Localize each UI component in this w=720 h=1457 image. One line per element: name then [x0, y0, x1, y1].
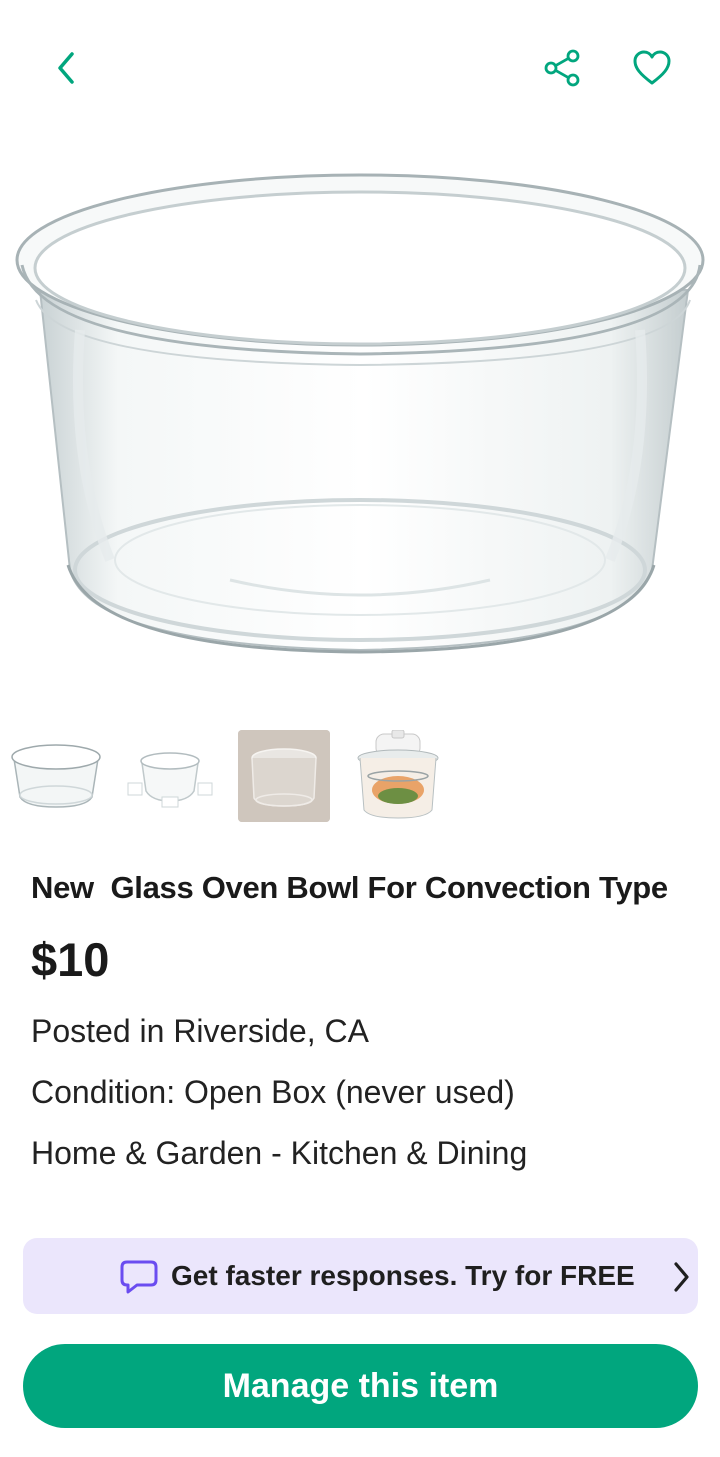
glass-bowl-thumb-image [11, 744, 101, 808]
heart-icon [633, 50, 671, 85]
bowl-on-stand-thumb-image [238, 730, 330, 822]
favorite-button[interactable] [622, 38, 682, 98]
share-icon [544, 49, 580, 87]
convection-oven-thumb-image [357, 730, 439, 819]
glass-bowl-image [15, 173, 705, 654]
thumbnail-2[interactable] [124, 730, 216, 822]
thumbnail-4[interactable] [352, 730, 444, 822]
back-button[interactable] [36, 38, 96, 98]
listing-location: Posted in Riverside, CA [31, 1013, 369, 1049]
bowl-with-clips-thumb-image [127, 752, 213, 808]
chat-bubble-icon [120, 1260, 158, 1294]
chevron-left-icon [58, 52, 74, 84]
listing-category[interactable]: Home & Garden - Kitchen & Dining [31, 1135, 527, 1172]
listing-condition: Condition: Open Box (never used) [31, 1074, 515, 1110]
thumbnail-3[interactable] [238, 730, 330, 822]
product-image[interactable] [0, 140, 720, 705]
promo-banner[interactable]: Get faster responses. Try for FREE [23, 1238, 698, 1314]
listing-title: New Glass Oven Bowl For Convection Type [31, 870, 668, 905]
promo-text: Get faster responses. Try for FREE [171, 1260, 635, 1291]
top-bar [0, 0, 720, 140]
thumbnail-strip [10, 730, 444, 825]
listing-price: $10 [31, 933, 110, 986]
chevron-right-icon [674, 1262, 689, 1292]
manage-item-button[interactable]: Manage this item [23, 1344, 698, 1428]
thumbnail-1[interactable] [10, 730, 102, 822]
share-button[interactable] [532, 38, 592, 98]
